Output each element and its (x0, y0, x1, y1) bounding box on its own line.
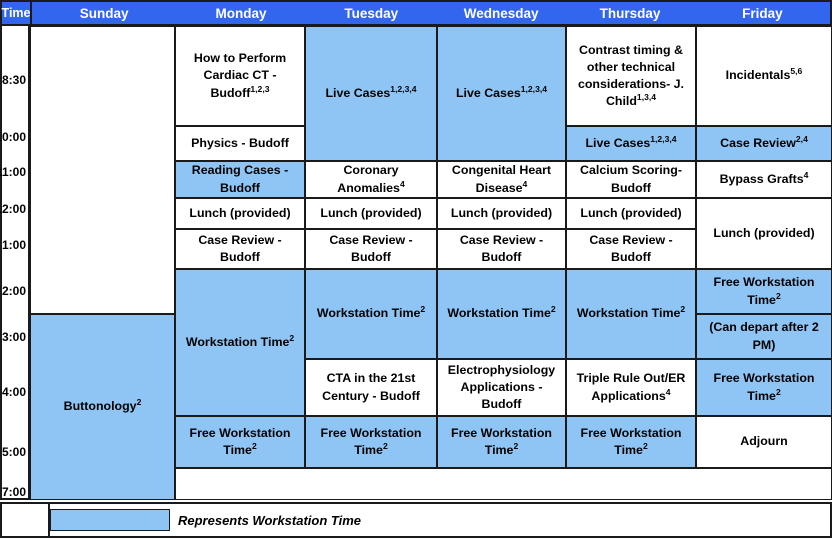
column-header-sunday-label: Sunday (79, 5, 129, 21)
time-label-0400: 4:00 (1, 385, 26, 399)
cell-tuesday-free-workstation-time[interactable]: Free Workstation Time2 (305, 416, 437, 468)
cell-tuesday-live-cases[interactable]: Live Cases1,2,3,4 (305, 26, 437, 161)
schedule-header-row: Time Sunday Monday Tuesday Wednesday Thu… (0, 0, 832, 26)
time-label-0500: 5:00 (1, 445, 26, 459)
column-header-tuesday-label: Tuesday (344, 5, 399, 21)
cell-wednesday-live-cases[interactable]: Live Cases1,2,3,4 (437, 26, 566, 161)
cell-tuesday-case-review[interactable]: Case Review - Budoff (305, 229, 437, 269)
column-header-sunday: Sunday (32, 2, 176, 24)
time-label-0300: 3:00 (1, 330, 26, 344)
cell-wednesday-lunch[interactable]: Lunch (provided) (437, 198, 566, 229)
cell-wednesday-congenital-heart-disease[interactable]: Congenital Heart Disease4 (437, 161, 566, 198)
cell-thursday-calcium-scoring[interactable]: Calcium Scoring- Budoff (566, 161, 696, 198)
column-header-wednesday-label: Wednesday (463, 5, 539, 21)
schedule-grid-body: 8:30 10:00 11:00 12:00 1:00 2:00 3:00 4:… (0, 26, 832, 500)
column-header-time-label: Time (1, 6, 31, 20)
time-label-1100: 11:00 (0, 165, 26, 179)
time-label-1200: 12:00 (0, 202, 26, 216)
schedule-cells: Buttonology2 How to Perform Cardiac CT -… (30, 26, 832, 500)
column-header-tuesday: Tuesday (306, 2, 437, 24)
cell-monday-workstation-time[interactable]: Workstation Time2 (175, 269, 305, 416)
cell-thursday-contrast-timing[interactable]: Contrast timing & other technical consid… (566, 26, 696, 126)
cell-thursday-free-workstation-time[interactable]: Free Workstation Time2 (566, 416, 696, 468)
column-header-friday: Friday (695, 2, 830, 24)
schedule-document: Time Sunday Monday Tuesday Wednesday Thu… (0, 0, 832, 540)
time-label-0100: 1:00 (1, 238, 26, 252)
cell-evening-empty[interactable] (175, 468, 832, 500)
cell-friday-adjourn[interactable]: Adjourn (696, 416, 832, 468)
legend-row: Represents Workstation Time (0, 502, 832, 538)
cell-friday-lunch[interactable]: Lunch (provided) (696, 198, 832, 269)
cell-thursday-workstation-time[interactable]: Workstation Time2 (566, 269, 696, 359)
column-header-time: Time (2, 2, 32, 24)
column-header-thursday: Thursday (565, 2, 694, 24)
cell-friday-incidentals[interactable]: Incidentals5,6 (696, 26, 832, 126)
cell-tuesday-workstation-time[interactable]: Workstation Time2 (305, 269, 437, 359)
column-header-wednesday: Wednesday (437, 2, 565, 24)
cell-friday-case-review[interactable]: Case Review2,4 (696, 126, 832, 161)
legend-spacer (2, 504, 50, 536)
cell-sunday-morning[interactable] (30, 26, 175, 314)
cell-monday-reading-cases[interactable]: Reading Cases - Budoff (175, 161, 305, 198)
time-column: 8:30 10:00 11:00 12:00 1:00 2:00 3:00 4:… (0, 26, 30, 500)
column-header-thursday-label: Thursday (599, 5, 661, 21)
cell-tuesday-coronary-anomalies[interactable]: Coronary Anomalies4 (305, 161, 437, 198)
cell-sunday-buttonology-sup: 2 (136, 397, 142, 408)
cell-tuesday-lunch[interactable]: Lunch (provided) (305, 198, 437, 229)
column-header-monday-label: Monday (215, 5, 267, 21)
legend-label: Represents Workstation Time (178, 512, 362, 528)
cell-wednesday-free-workstation-time[interactable]: Free Workstation Time2 (437, 416, 566, 468)
column-header-friday-label: Friday (742, 5, 783, 21)
cell-thursday-triple-rule-out[interactable]: Triple Rule Out/ER Applications4 (566, 359, 696, 416)
legend-workstation-swatch (50, 509, 170, 531)
cell-monday-how-to-perform-cardiac-ct[interactable]: How to Perform Cardiac CT - Budoff1,2,3 (175, 26, 305, 126)
cell-friday-free-workstation-time-late[interactable]: Free Workstation Time2 (696, 359, 832, 416)
cell-thursday-lunch[interactable]: Lunch (provided) (566, 198, 696, 229)
cell-wednesday-electrophysiology-applications[interactable]: Electrophysiology Applications - Budoff (437, 359, 566, 416)
column-header-monday: Monday (176, 2, 305, 24)
time-label-0830: 8:30 (1, 73, 26, 87)
cell-monday-case-review[interactable]: Case Review - Budoff (175, 229, 305, 269)
cell-thursday-live-cases[interactable]: Live Cases1,2,3,4 (566, 126, 696, 161)
cell-monday-physics[interactable]: Physics - Budoff (175, 126, 305, 161)
cell-thursday-case-review[interactable]: Case Review - Budoff (566, 229, 696, 269)
time-label-0200: 2:00 (1, 284, 26, 298)
cell-wednesday-case-review[interactable]: Case Review - Budoff (437, 229, 566, 269)
cell-friday-can-depart-note[interactable]: (Can depart after 2 PM) (696, 314, 832, 359)
cell-monday-free-workstation-time[interactable]: Free Workstation Time2 (175, 416, 305, 468)
cell-sunday-buttonology-text: Buttonology2 (63, 397, 142, 414)
cell-sunday-buttonology[interactable]: Buttonology2 (30, 314, 175, 500)
cell-monday-lunch[interactable]: Lunch (provided) (175, 198, 305, 229)
cell-friday-bypass-grafts[interactable]: Bypass Grafts4 (696, 161, 832, 198)
cell-tuesday-cta-21st-century[interactable]: CTA in the 21st Century - Budoff (305, 359, 437, 416)
cell-wednesday-workstation-time[interactable]: Workstation Time2 (437, 269, 566, 359)
time-label-1000: 10:00 (0, 130, 26, 144)
time-label-0700: 7:00 (1, 485, 26, 499)
cell-friday-free-workstation-time-early[interactable]: Free Workstation Time2 (696, 269, 832, 314)
